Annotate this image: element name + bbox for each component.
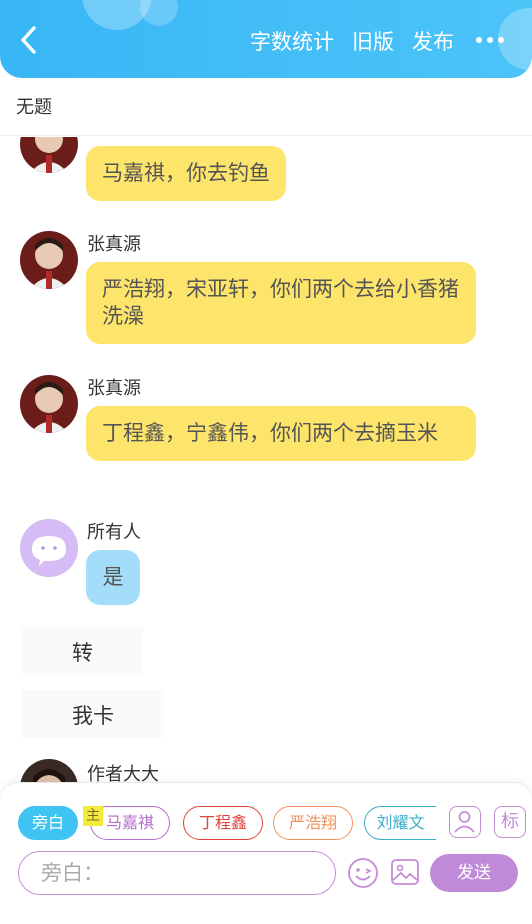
decorative-bubble	[140, 0, 178, 26]
sender-name: 所有人	[87, 522, 141, 543]
main-role-badge: 主	[83, 806, 103, 826]
message-bubble[interactable]: 马嘉祺，你去钓鱼	[86, 146, 286, 201]
avatar[interactable]	[20, 231, 78, 289]
person-card-icon[interactable]	[449, 806, 481, 838]
sender-name: 作者大大	[87, 764, 159, 782]
narration-line[interactable]: 我卡	[22, 690, 164, 738]
old-version-button[interactable]: 旧版	[352, 26, 394, 56]
story-title-bar[interactable]: 无题	[0, 78, 532, 136]
avatar[interactable]	[20, 759, 78, 782]
more-dots-icon[interactable]	[474, 28, 506, 52]
role-chip-narrator[interactable]: 旁白	[18, 806, 78, 840]
message-input[interactable]	[18, 851, 336, 895]
narration-line[interactable]: 转	[22, 627, 143, 675]
input-panel: 旁白 马嘉祺 主 丁程鑫 严浩翔 刘耀文 标 发送	[0, 782, 532, 924]
story-title[interactable]: 无题	[16, 93, 52, 119]
word-count-button[interactable]: 字数统计	[250, 26, 334, 56]
emoji-icon[interactable]	[347, 857, 379, 889]
message-bubble[interactable]: 丁程鑫，宁鑫伟，你们两个去摘玉米	[86, 406, 476, 461]
avatar[interactable]	[20, 375, 78, 433]
message-bubble[interactable]: 严浩翔，宋亚轩，你们两个去给小香猪洗澡	[86, 262, 476, 344]
dot	[498, 37, 504, 43]
role-chip-liu-yaowen[interactable]: 刘耀文	[364, 806, 436, 840]
role-chip-yan-haoxiang[interactable]: 严浩翔	[273, 806, 353, 840]
avatar[interactable]	[20, 137, 78, 173]
message-bubble[interactable]: 是	[86, 550, 140, 605]
send-button[interactable]: 发送	[430, 854, 518, 892]
dot	[476, 37, 482, 43]
sender-name: 张真源	[87, 234, 141, 255]
publish-button[interactable]: 发布	[412, 26, 454, 56]
sender-name: 张真源	[87, 378, 141, 399]
dot	[487, 37, 493, 43]
image-icon[interactable]	[390, 857, 420, 887]
group-avatar[interactable]	[20, 519, 78, 577]
tag-button[interactable]: 标	[494, 806, 526, 838]
role-chip-ding-chengxin[interactable]: 丁程鑫	[183, 806, 263, 840]
top-bar: 字数统计 旧版 发布	[0, 0, 532, 78]
chat-area[interactable]: 马嘉祺，你去钓鱼 张真源 严浩翔，宋亚轩，你们两个去给小香猪洗澡 张真源 丁程鑫…	[0, 137, 532, 782]
back-arrow-icon[interactable]	[14, 22, 46, 58]
